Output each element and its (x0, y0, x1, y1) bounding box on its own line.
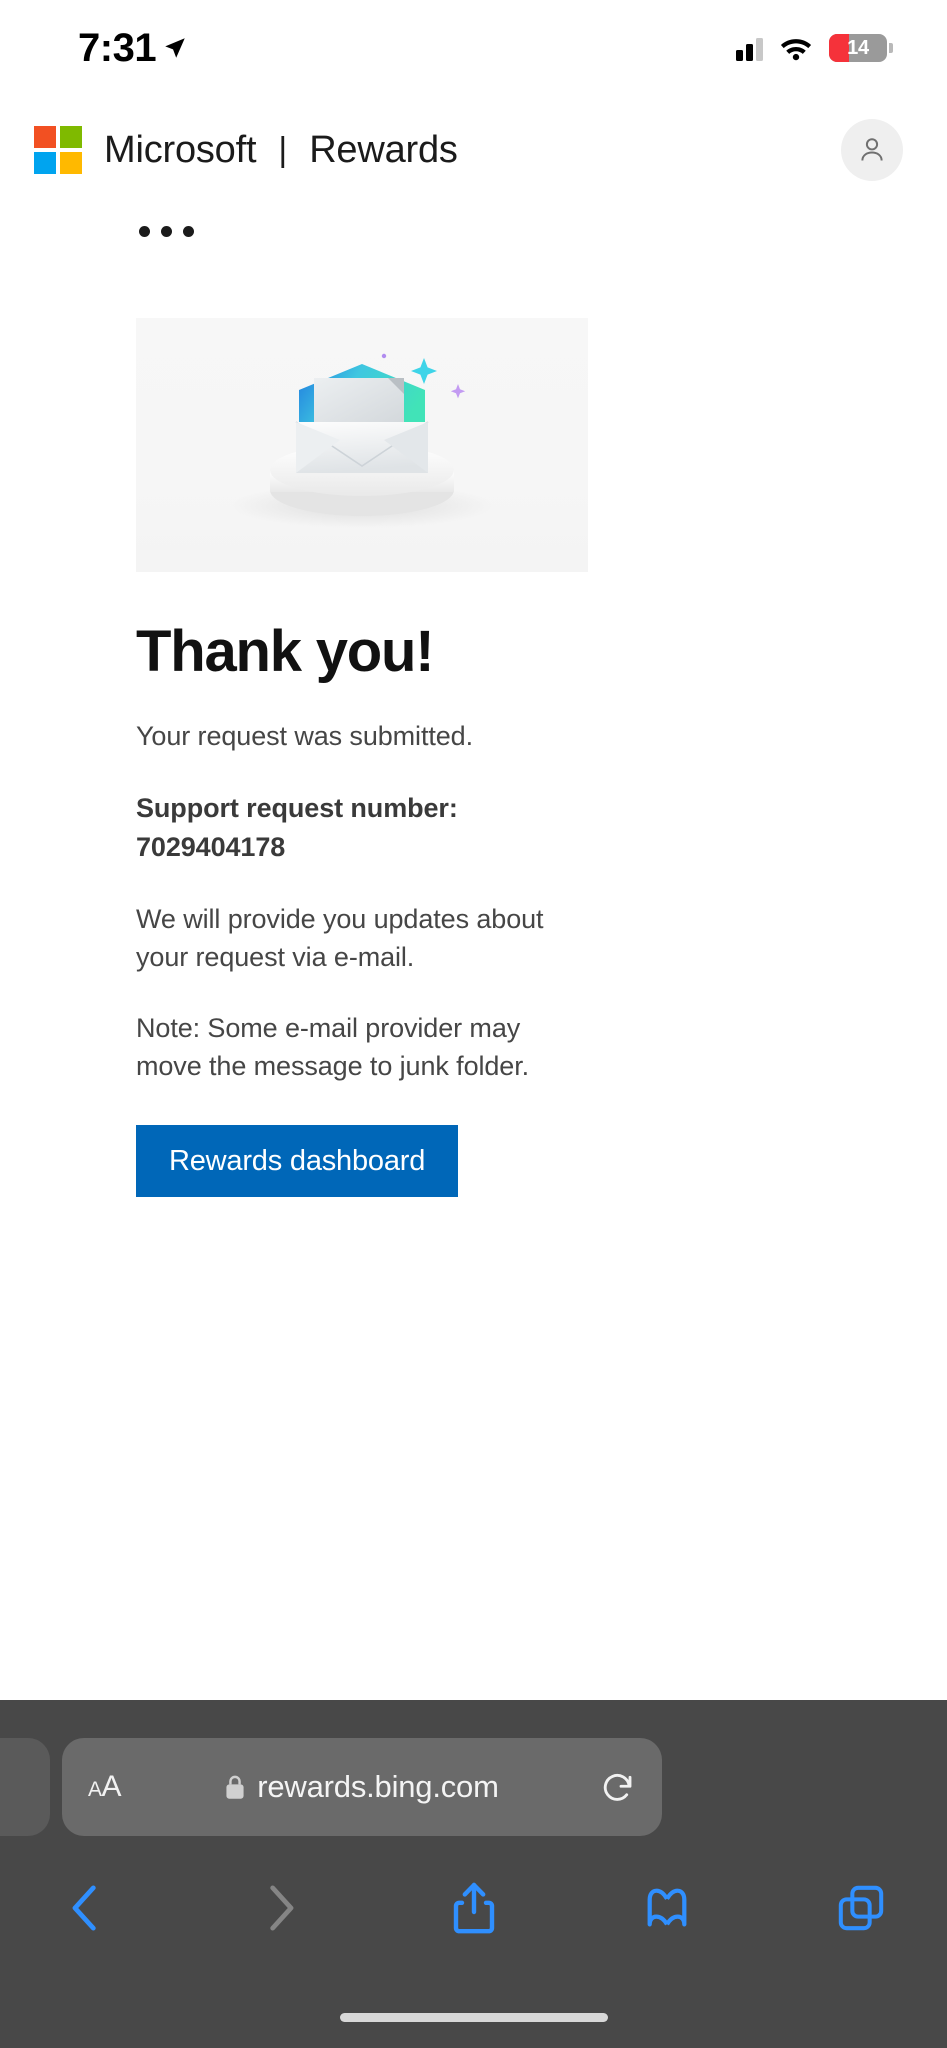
adjacent-tab-pill[interactable] (0, 1738, 50, 1836)
chevron-right-icon (270, 1885, 294, 1931)
rewards-dashboard-button[interactable]: Rewards dashboard (136, 1125, 459, 1198)
reload-icon[interactable] (600, 1769, 636, 1805)
url-display: rewards.bing.com (62, 1769, 662, 1805)
sparkle-large (411, 358, 437, 384)
microsoft-logo-icon (34, 126, 82, 174)
brand-rewards-label: Rewards (309, 128, 458, 171)
forward-button[interactable] (232, 1860, 328, 1956)
submitted-text: Your request was submitted. (136, 720, 473, 751)
book-icon (647, 1888, 687, 1927)
text-size-button[interactable]: AAAA (88, 1770, 122, 1804)
tabs-button[interactable] (813, 1860, 909, 1956)
home-indicator (339, 2013, 608, 2022)
person-glyph-icon (861, 138, 883, 161)
open-envelope-on-podium-illustration (230, 353, 494, 528)
battery-percent-label: 14 (847, 36, 869, 59)
tabs-icon (838, 1885, 884, 1931)
address-bar[interactable]: AAAA rewards.bing.com (62, 1738, 662, 1836)
ellipsis-icon[interactable] (139, 226, 194, 237)
support-request-number: Support request number: 7029404178 (136, 793, 458, 862)
status-bar-left: 7:31 (78, 26, 188, 71)
location-arrow-icon (165, 38, 185, 58)
chevron-left-icon (72, 1885, 96, 1931)
share-icon (453, 1882, 494, 1934)
brand-microsoft-label: Microsoft (104, 128, 257, 171)
bookmarks-button[interactable] (619, 1860, 715, 1956)
cellular-bars-icon (736, 35, 763, 61)
site-header: Microsoft | Rewards (0, 110, 947, 190)
brand-lockup[interactable]: Microsoft | Rewards (104, 129, 458, 172)
wifi-icon (780, 39, 812, 61)
main-content: Thank you! Your request was submitted. S… (136, 318, 588, 1198)
phone-screen: 7:31 14 Microsoft | Rewards Thank you! Y… (0, 0, 947, 2048)
updates-text: We will provide you updates about your r… (136, 903, 544, 973)
battery-indicator: 14 (829, 34, 893, 62)
sparkle-small (450, 384, 466, 399)
account-avatar-icon[interactable] (841, 119, 903, 181)
sparkle-dot (381, 353, 387, 359)
url-text: rewards.bing.com (257, 1769, 499, 1804)
safari-bottom-chrome: AAAA rewards.bing.com (0, 1338, 947, 2048)
share-button[interactable] (426, 1860, 522, 1956)
safari-bar: AAAA rewards.bing.com (0, 1700, 947, 2048)
hero-illustration-panel (136, 318, 588, 572)
ios-status-bar: 7:31 14 (0, 0, 947, 96)
note-text: Note: Some e-mail provider may move the … (136, 1012, 530, 1081)
lock-icon (226, 1775, 244, 1799)
page-title: Thank you! (136, 619, 435, 684)
status-bar-right: 14 (736, 34, 893, 62)
status-bar-clock: 7:31 (78, 25, 157, 70)
safari-toolbar (0, 1860, 947, 1956)
back-button[interactable] (38, 1860, 134, 1956)
brand-separator: | (278, 130, 288, 169)
